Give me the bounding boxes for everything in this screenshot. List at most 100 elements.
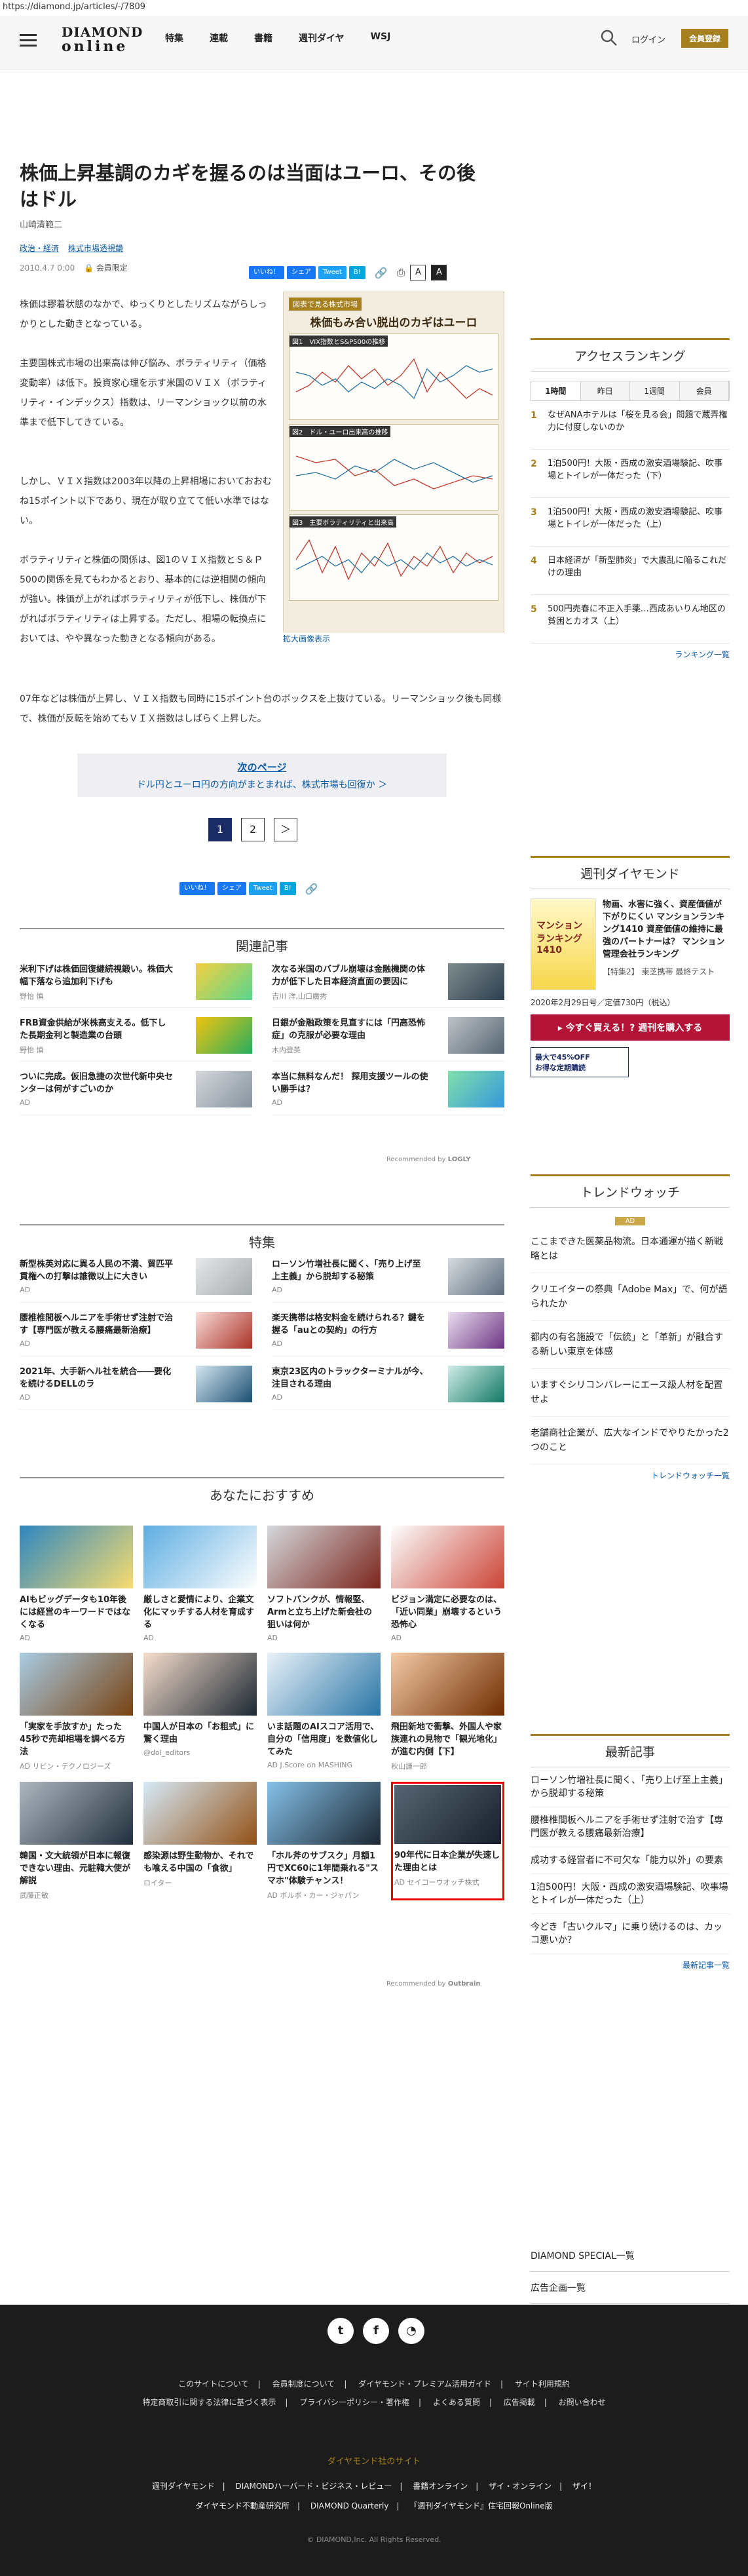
weekly-buy-button[interactable]: ▸ 今すぐ買える！? 週刊を購入する — [531, 1014, 730, 1041]
feature-item[interactable]: 2021年、大手新ヘル社を統合――要化を続けるDELLのラ AD — [20, 1366, 252, 1410]
figure-enlarge-link[interactable]: 拡大画像表示 — [283, 633, 330, 644]
next-page-arrow[interactable]: ＞ — [274, 818, 297, 841]
sister-site-link[interactable]: 『週刊ダイヤモンド』住宅回報Online版 — [409, 2501, 552, 2510]
recommend-card[interactable]: 感染源は野生動物か、それでも喰える中国の「食欲」 ロイター — [143, 1782, 257, 1900]
article-author[interactable]: 山崎清範二 — [20, 218, 62, 230]
trend-item[interactable]: クリエイターの祭典「Adobe Max」で、何が語られたか — [531, 1273, 730, 1321]
footer-link[interactable]: 特定商取引に関する法律に基づく表示 — [142, 2398, 276, 2407]
tab-1week[interactable]: 1週間 — [630, 381, 680, 400]
nav-item-serial[interactable]: 連載 — [210, 31, 228, 45]
sister-site-link[interactable]: ダイヤモンド不動産研究所 — [195, 2501, 290, 2510]
recommend-card[interactable]: 「実家を手放すか」たった45秒で売却相場を調べる方法 AD リビン・テクノロジーズ — [20, 1653, 133, 1771]
feature-item[interactable]: 楽天携帯は格安料金を続けられる？鍵を握る「auとの契約」の行方 AD — [272, 1312, 504, 1356]
subscription-button[interactable]: 最大で45%OFF お得な定期購読 — [531, 1047, 629, 1077]
footer-link[interactable]: ダイヤモンド・プレミアム活用ガイド — [358, 2379, 491, 2389]
trend-item[interactable]: ここまできた医薬品物流。日本通運が描く新戦略とは — [531, 1225, 730, 1273]
twitter-icon[interactable]: t — [327, 2318, 354, 2344]
hatena-button[interactable]: B! — [348, 266, 365, 279]
like-button[interactable]: いいね！ — [249, 266, 284, 279]
recommend-card[interactable]: 「ホル斧のサブスク」月額1円でXC60に1年間乗れる"スマホ"体験チャンス！ AD… — [267, 1782, 381, 1900]
site-logo[interactable]: DIAMOND online — [62, 25, 142, 55]
recommend-card[interactable]: AIもビッグデータも10年後には経営のキーワードではなくなる AD — [20, 1526, 133, 1642]
recommend-card[interactable]: 90年代に日本企業が失速した理由とは AD セイコーウオッチ株式 — [391, 1782, 504, 1900]
trend-item[interactable]: 都内の有名施設で「伝統」と「革新」が融合する新しい東京を体感 — [531, 1321, 730, 1369]
sister-site-link[interactable]: DIAMOND Quarterly — [310, 2501, 389, 2510]
feature-item[interactable]: 東京23区内のトラックターミナルが今、注目される理由 AD — [272, 1366, 504, 1410]
sister-site-link[interactable]: ザイ！ — [572, 2482, 596, 2491]
footer-link[interactable]: プライバシーポリシー・著作権 — [299, 2398, 409, 2407]
ranking-more-link[interactable]: ランキング一覧 — [531, 649, 730, 660]
feature-item[interactable]: ローソン竹増社長に聞く、「売り上げ至上主義」から脱却する秘策 AD — [272, 1258, 504, 1303]
latest-more-link[interactable]: 最新記事一覧 — [531, 1959, 730, 1970]
category-link[interactable]: 政治・経済 — [20, 244, 59, 253]
trend-item[interactable]: いますぐシリコンバレーにエース級人材を配置せよ — [531, 1369, 730, 1417]
nav-item-books[interactable]: 書籍 — [254, 31, 272, 45]
diamond-special-link[interactable]: DIAMOND SPECIAL一覧 — [531, 2240, 730, 2272]
ad-planning-link[interactable]: 広告企画一覧 — [531, 2272, 730, 2304]
next-page-label[interactable]: 次のページ — [77, 760, 447, 774]
related-item[interactable]: 日銀が金融政策を見直すには「円高恐怖症」の克服が必要な理由 木内登英 — [272, 1017, 504, 1062]
trend-item[interactable]: 老舗商社企業が、広大なインドでやりたかった2つのこと — [531, 1417, 730, 1465]
recommend-card[interactable]: ソフトバンクが、情報堅、Armと立ち上げた新会社の狙いは何か AD — [267, 1526, 381, 1642]
trend-more-link[interactable]: トレンドウォッチ一覧 — [531, 1470, 730, 1481]
footer-link[interactable]: よくある質問 — [433, 2398, 480, 2407]
recommend-card[interactable]: 韓国・文大統領が日本に報復できない理由、元駐韓大使が解説 武藤正敏 — [20, 1782, 133, 1900]
related-item[interactable]: 本当に無料なんだ！ 探用支援ツールの使い勝手は？ AD — [272, 1071, 504, 1115]
nav-item-feature[interactable]: 特集 — [165, 31, 183, 45]
logly-credit[interactable]: Recommended by LOGLY — [386, 1156, 471, 1163]
article-figure[interactable]: 図表で見る株式市場 株価もみ合い脱出のカギはユーロ 図1 VIX指数とS&P50… — [283, 292, 504, 632]
footer-link[interactable]: サイト利用規約 — [515, 2379, 570, 2389]
like-button[interactable]: いいね！ — [179, 882, 215, 895]
sister-site-link[interactable]: 週刊ダイヤモンド — [152, 2482, 215, 2491]
latest-item[interactable]: 今どき「古いクルマ」に乗り続けるのは、カッコ悪いか？ — [531, 1914, 730, 1954]
ranking-item[interactable]: 5 500円売春に不正入手薬…西成あいりん地区の貧困とカオス（上） — [531, 595, 730, 644]
url-bar[interactable]: https://diamond.jp/articles/-/7809 — [0, 0, 748, 16]
footer-link[interactable]: このサイトについて — [178, 2379, 249, 2389]
register-button[interactable]: 会員登録 — [681, 29, 729, 48]
feature-item[interactable]: 新型株英対応に異る人民の不満、貿匹平貫権への打撃は誰徴以上に大きい AD — [20, 1258, 252, 1303]
recommend-card[interactable]: 中国人が日本の「お粗式」に驚く理由 @dol_editors — [143, 1653, 257, 1771]
ranking-item[interactable]: 3 1泊500円！大阪・西成の激安酒場験記、吹事場とトイレが一体だった（上） — [531, 498, 730, 547]
footer-link[interactable]: お問い合わせ — [559, 2398, 606, 2407]
related-item[interactable]: 次なる米国のバブル崩壊は金融機関の体力が低下した日本経済直面の要因に 吉川 洋,山… — [272, 963, 504, 1008]
next-page-title[interactable]: ドル円とユーロ円の方向がまとまれば、株式市場も回復か ＞ — [77, 778, 447, 791]
tab-yesterday[interactable]: 昨日 — [580, 381, 630, 400]
recommend-card[interactable]: 飛田新地で衝撃、外国人や家族連れの見物で「観光地化」が進む内側【下】 秋山謙一郎 — [391, 1653, 504, 1771]
weekly-issue[interactable]: マンション ランキング 1410 物画、水害に強く、資産価値が下がりにくい マン… — [531, 898, 730, 990]
search-icon[interactable] — [600, 29, 618, 47]
facebook-icon[interactable]: f — [363, 2318, 389, 2344]
page-2[interactable]: 2 — [241, 818, 265, 841]
footer-link[interactable]: 会員制度について — [272, 2379, 335, 2389]
weekly-cover[interactable]: マンション ランキング 1410 — [531, 898, 596, 990]
hatena-button[interactable]: B! — [279, 882, 296, 895]
ranking-item[interactable]: 2 1泊500円！大阪・西成の激安酒場験記、吹事場とトイレが一体だった（下） — [531, 450, 730, 498]
link-icon[interactable]: 🔗 — [305, 883, 318, 895]
footer-link[interactable]: 広告掲載 — [504, 2398, 535, 2407]
menu-icon[interactable] — [20, 34, 37, 47]
page-1[interactable]: 1 — [208, 818, 232, 841]
tab-member[interactable]: 会員 — [679, 381, 729, 400]
sister-site-link[interactable]: ザイ・オンライン — [489, 2482, 552, 2491]
sister-site-link[interactable]: 書籍オンライン — [413, 2482, 468, 2491]
font-size-normal-button[interactable]: A — [410, 265, 426, 280]
latest-item[interactable]: 1泊500円！大阪・西成の激安酒場験記、吹事場とトイレが一体だった（上） — [531, 1874, 730, 1914]
link-icon[interactable]: 🔗 — [375, 267, 388, 279]
recommend-card[interactable]: ビジョン満定に必要なのは、「近い同業」崩壊するという恐怖心 AD — [391, 1526, 504, 1642]
feature-item[interactable]: 腰椎椎間板ヘルニアを手術せず注射で治す【専門医が教える腰痛最新治療】 AD — [20, 1312, 252, 1356]
recommend-card[interactable]: いま話題のAIスコア活用で、自分の「信用度」を数値化してみた AD J.Score… — [267, 1653, 381, 1771]
next-page-box[interactable]: 次のページ ドル円とユーロ円の方向がまとまれば、株式市場も回復か ＞ — [77, 754, 447, 797]
outbrain-credit[interactable]: Recommended by Outbrain — [386, 1980, 481, 1988]
print-icon[interactable]: ⎙ — [397, 266, 405, 279]
share-button[interactable]: シェア — [287, 266, 316, 279]
font-size-large-button[interactable]: A — [431, 265, 447, 280]
rss-icon[interactable]: ◔ — [398, 2318, 424, 2344]
sister-site-link[interactable]: DIAMONDハーバード・ビジネス・レビュー — [236, 2482, 392, 2491]
related-item[interactable]: 米利下げは株価回復継続視鍛い。株価大幅下落なら追加利下げも 野怡 慎 — [20, 963, 252, 1008]
tweet-button[interactable]: Tweet — [318, 266, 346, 279]
latest-item[interactable]: 成功する経営者に不可欠な「能力以外」の要素 — [531, 1847, 730, 1874]
share-button[interactable]: シェア — [217, 882, 246, 895]
tab-1hour[interactable]: 1時間 — [531, 381, 581, 400]
nav-item-weekly[interactable]: 週刊ダイヤ — [299, 31, 345, 45]
tweet-button[interactable]: Tweet — [249, 882, 277, 895]
nav-item-wsj[interactable]: WSJ — [371, 31, 391, 45]
